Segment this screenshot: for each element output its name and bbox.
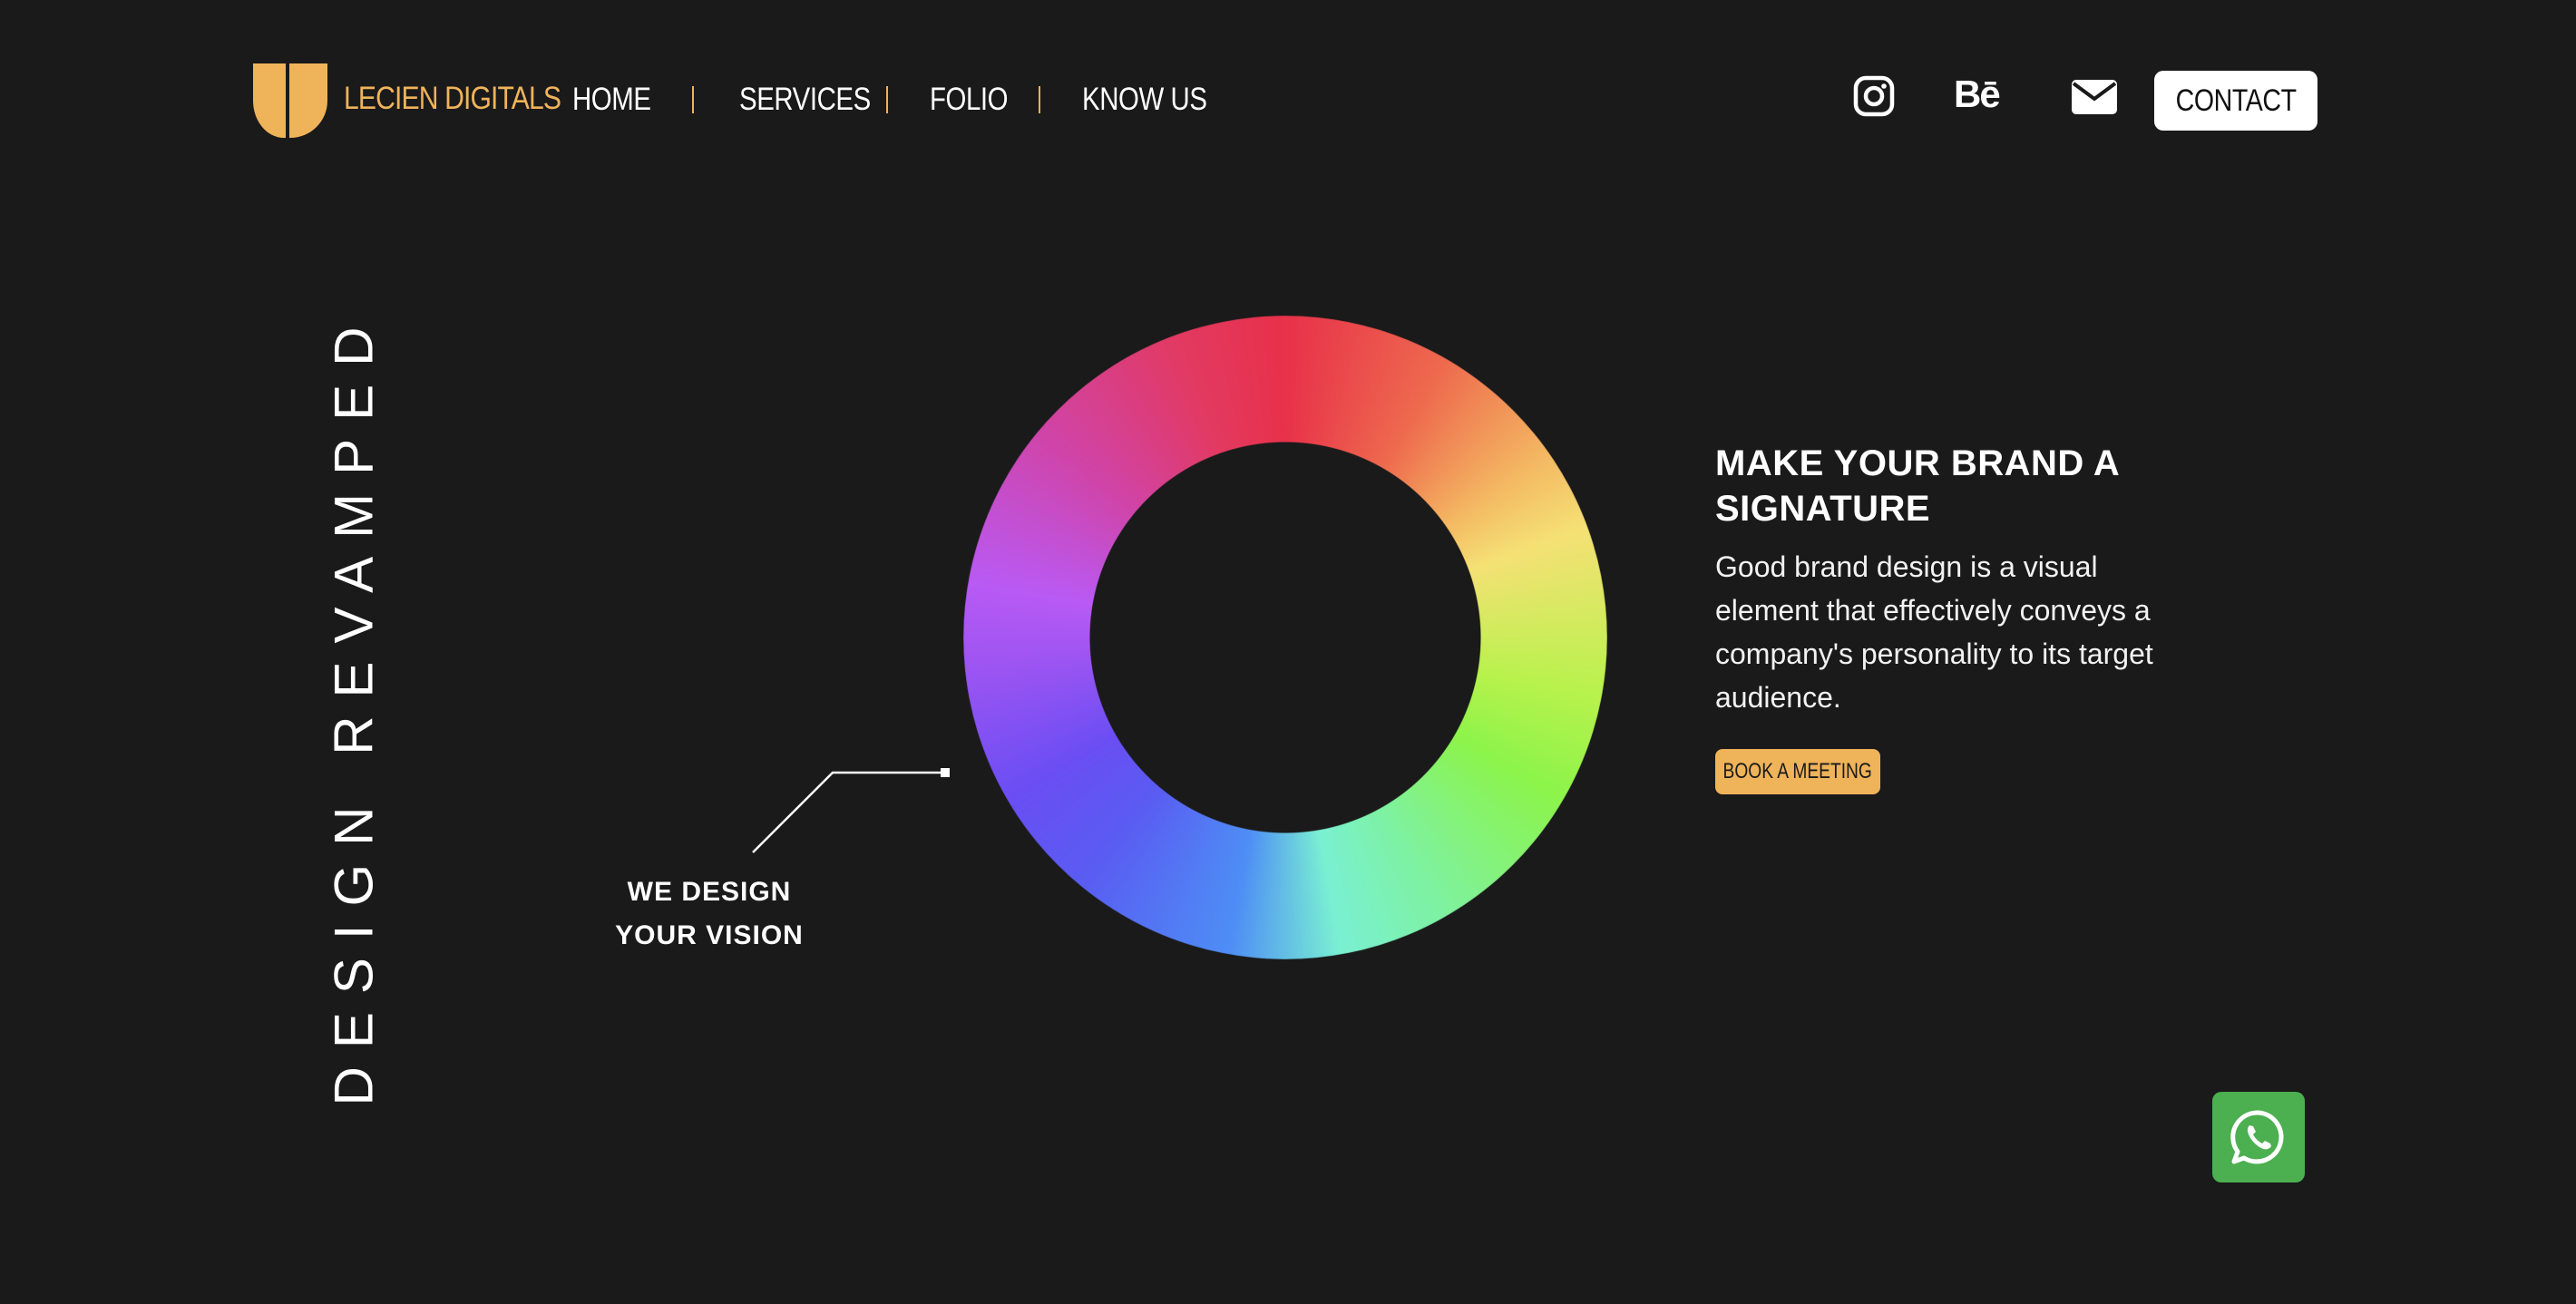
whatsapp-icon	[2230, 1110, 2284, 1164]
hero-description: Good brand design is a visual element th…	[1715, 545, 2223, 719]
instagram-icon	[1853, 75, 1895, 117]
nav-divider	[886, 86, 888, 113]
nav-home-wrap: HOME	[572, 82, 651, 118]
contact-button[interactable]: CONTACT	[2154, 71, 2317, 131]
nav-services[interactable]: SERVICES	[739, 82, 871, 118]
book-meeting-button[interactable]: BOOK A MEETING	[1715, 749, 1880, 794]
main-nav: HOME SERVICES FOLIO KNOW US	[572, 77, 1207, 122]
description-line-1: Good brand design is a visual	[1715, 550, 2098, 583]
nav-folio-wrap: FOLIO	[930, 82, 1009, 118]
vertical-heading: DESIGN REVAMPED	[323, 308, 385, 1106]
nav-know-us[interactable]: KNOW US	[1082, 82, 1207, 118]
logo-icon	[253, 63, 327, 138]
landing-page: LECIEN DIGITALS HOME SERVICES FOLIO KNOW…	[0, 0, 2576, 1304]
instagram-link[interactable]	[1852, 74, 1896, 118]
description-line-3: company's personality to its target	[1715, 637, 2153, 670]
hero-headline: MAKE YOUR BRAND A SIGNATURE	[1715, 441, 2187, 531]
callout-line-2: YOUR VISION	[615, 920, 804, 950]
nav-know-us-wrap: KNOW US	[1082, 82, 1207, 118]
nav-divider	[1039, 86, 1040, 113]
callout-line-1: WE DESIGN	[627, 877, 792, 907]
mail-link[interactable]	[2072, 80, 2117, 114]
nav-home[interactable]: HOME	[572, 82, 651, 118]
description-line-4: audience.	[1715, 681, 1841, 714]
whatsapp-button[interactable]	[2212, 1092, 2305, 1182]
logo[interactable]	[253, 63, 327, 138]
nav-folio[interactable]: FOLIO	[930, 82, 1009, 118]
color-wheel-graphic	[963, 316, 1607, 959]
callout-connector	[752, 768, 950, 853]
behance-icon: Bē	[1954, 73, 2001, 115]
behance-link[interactable]: Bē	[1954, 73, 2001, 116]
mail-icon	[2072, 80, 2117, 114]
description-line-2: element that effectively conveys a	[1715, 594, 2151, 627]
headline-line-2: SIGNATURE	[1715, 489, 1931, 529]
nav-divider	[692, 86, 694, 113]
headline-line-1: MAKE YOUR BRAND A	[1715, 443, 2121, 483]
brand-name[interactable]: LECIEN DIGITALS	[344, 81, 561, 117]
contact-button-label: CONTACT	[2175, 83, 2297, 118]
nav-services-wrap: SERVICES	[739, 82, 871, 118]
book-meeting-label: BOOK A MEETING	[1722, 759, 1873, 783]
